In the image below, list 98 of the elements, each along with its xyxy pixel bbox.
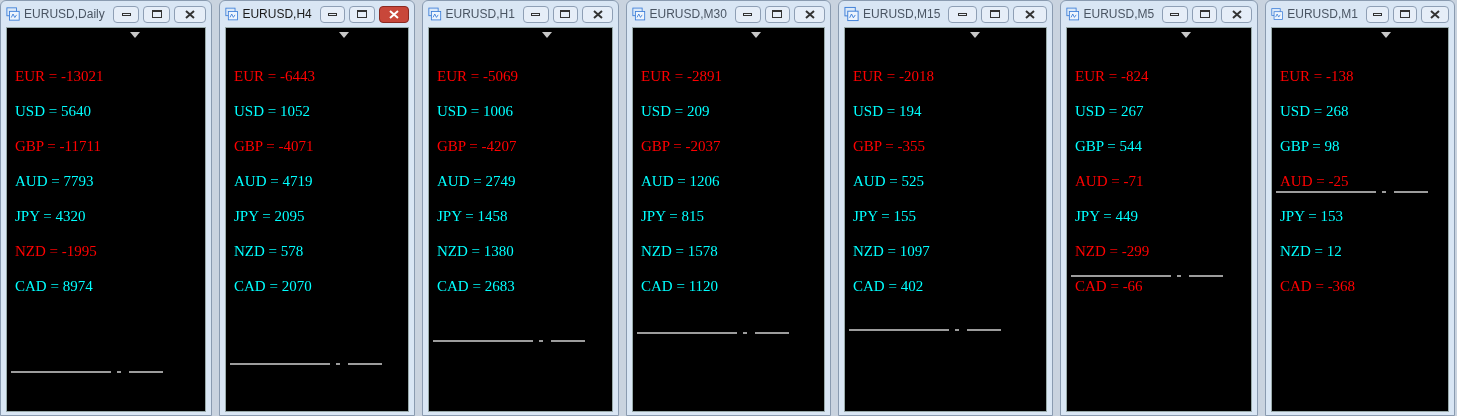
minimize-button[interactable] bbox=[734, 5, 761, 23]
close-icon bbox=[1231, 9, 1242, 19]
currency-value: JPY = 153 bbox=[1280, 207, 1344, 226]
chart-window-icon bbox=[1271, 6, 1284, 22]
currency-value: NZD = 1380 bbox=[437, 242, 515, 261]
chart-window-icon bbox=[6, 6, 21, 22]
window-title: EURUSD,M1 bbox=[1287, 6, 1358, 23]
chart-window-icon bbox=[632, 6, 646, 22]
minimize-button[interactable] bbox=[112, 5, 140, 23]
close-button[interactable] bbox=[1221, 5, 1252, 23]
window-title: EURUSD,Daily bbox=[24, 6, 105, 23]
currency-value: GBP = 544 bbox=[1075, 137, 1144, 156]
close-button[interactable] bbox=[1420, 5, 1449, 23]
currency-value: AUD = 2749 bbox=[437, 172, 517, 191]
minimize-button[interactable] bbox=[948, 5, 977, 23]
currency-value: GBP = -4071 bbox=[234, 137, 315, 156]
currency-value: EUR = -2018 bbox=[853, 67, 935, 86]
currency-value: AUD = -71 bbox=[1075, 172, 1145, 191]
currency-value: GBP = -11711 bbox=[15, 137, 102, 156]
window-title: EURUSD,M15 bbox=[863, 6, 941, 23]
window-title: EURUSD,M30 bbox=[649, 6, 727, 23]
close-icon bbox=[1429, 9, 1440, 19]
dropdown-arrow-icon bbox=[751, 32, 762, 38]
close-button[interactable] bbox=[794, 5, 825, 23]
currency-value: GBP = -2037 bbox=[641, 137, 722, 156]
currency-value: EUR = -138 bbox=[1280, 67, 1355, 86]
currency-value: NZD = 578 bbox=[234, 242, 305, 261]
minimize-button[interactable] bbox=[1162, 5, 1188, 23]
dropdown-arrow-icon bbox=[542, 32, 553, 38]
dropdown-arrow-icon bbox=[338, 32, 349, 38]
currency-value: NZD = 12 bbox=[1280, 242, 1343, 261]
currency-value: NZD = 1097 bbox=[853, 242, 931, 261]
window-title: EURUSD,H1 bbox=[445, 6, 515, 23]
close-button[interactable] bbox=[378, 5, 409, 23]
currency-value: NZD = 1578 bbox=[641, 242, 719, 261]
currency-value: EUR = -2891 bbox=[641, 67, 723, 86]
currency-value: GBP = -4207 bbox=[437, 137, 518, 156]
close-icon bbox=[1025, 9, 1035, 19]
chart-window-icon bbox=[225, 6, 239, 22]
maximize-button[interactable] bbox=[980, 5, 1010, 23]
dropdown-arrow-icon bbox=[1381, 32, 1392, 38]
window-title: EURUSD,H4 bbox=[242, 6, 312, 23]
currency-value: JPY = 4320 bbox=[15, 207, 87, 226]
currency-value: NZD = -299 bbox=[1075, 242, 1151, 261]
currency-value: EUR = -824 bbox=[1075, 67, 1150, 86]
currency-value: CAD = -66 bbox=[1075, 277, 1144, 296]
chart-window-icon bbox=[844, 6, 860, 22]
currency-value: CAD = 8974 bbox=[15, 277, 94, 296]
maximize-button[interactable] bbox=[143, 5, 171, 23]
currency-value: CAD = 2683 bbox=[437, 277, 516, 296]
currency-value: NZD = -1995 bbox=[15, 242, 98, 261]
currency-value: GBP = 98 bbox=[1280, 137, 1341, 156]
currency-value: USD = 267 bbox=[1075, 102, 1145, 121]
maximize-button[interactable] bbox=[1191, 5, 1218, 23]
chart-window-icon bbox=[428, 6, 442, 22]
currency-value: USD = 209 bbox=[641, 102, 711, 121]
currency-value: CAD = -368 bbox=[1280, 277, 1357, 296]
maximize-button[interactable] bbox=[349, 5, 375, 23]
currency-value: CAD = 2070 bbox=[234, 277, 313, 296]
dropdown-arrow-icon bbox=[1181, 32, 1192, 38]
currency-value: CAD = 1120 bbox=[641, 277, 720, 296]
currency-value: AUD = 525 bbox=[853, 172, 925, 191]
close-icon bbox=[804, 9, 815, 19]
currency-value: USD = 194 bbox=[853, 102, 923, 121]
dropdown-arrow-icon bbox=[969, 32, 980, 38]
window-title: EURUSD,M5 bbox=[1083, 6, 1155, 23]
close-icon bbox=[592, 9, 603, 19]
dropdown-arrow-icon bbox=[129, 32, 140, 38]
maximize-button[interactable] bbox=[1393, 5, 1417, 23]
maximize-button[interactable] bbox=[764, 5, 791, 23]
close-button[interactable] bbox=[582, 5, 613, 23]
currency-value: AUD = 4719 bbox=[234, 172, 314, 191]
currency-value: JPY = 155 bbox=[853, 207, 917, 226]
close-icon bbox=[388, 9, 399, 19]
currency-value: EUR = -6443 bbox=[234, 67, 316, 86]
currency-value: AUD = 7793 bbox=[15, 172, 95, 191]
minimize-button[interactable] bbox=[522, 5, 549, 23]
currency-value: AUD = -25 bbox=[1280, 172, 1350, 191]
maximize-button[interactable] bbox=[552, 5, 579, 23]
currency-value: JPY = 815 bbox=[641, 207, 705, 226]
close-button[interactable] bbox=[174, 5, 206, 23]
currency-value: EUR = -5069 bbox=[437, 67, 519, 86]
currency-value: USD = 5640 bbox=[15, 102, 92, 121]
minimize-button[interactable] bbox=[319, 5, 346, 23]
currency-value: USD = 1006 bbox=[437, 102, 514, 121]
currency-value: USD = 1052 bbox=[234, 102, 311, 121]
currency-value: EUR = -13021 bbox=[15, 67, 105, 86]
currency-value: JPY = 449 bbox=[1075, 207, 1139, 226]
close-icon bbox=[185, 9, 196, 19]
minimize-button[interactable] bbox=[1365, 5, 1390, 23]
currency-value: JPY = 1458 bbox=[437, 207, 509, 226]
currency-value: GBP = -355 bbox=[853, 137, 927, 156]
chart-window-icon bbox=[1066, 6, 1080, 22]
currency-value: USD = 268 bbox=[1280, 102, 1350, 121]
currency-value: JPY = 2095 bbox=[234, 207, 306, 226]
close-button[interactable] bbox=[1013, 5, 1047, 23]
currency-value: AUD = 1206 bbox=[641, 172, 721, 191]
currency-value: CAD = 402 bbox=[853, 277, 925, 296]
